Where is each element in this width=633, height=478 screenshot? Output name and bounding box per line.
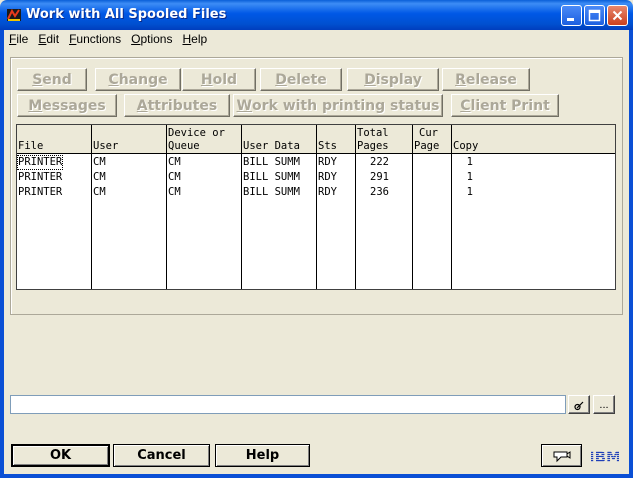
menu-help[interactable]: Help	[177, 31, 212, 48]
cell-total-pages: 291	[370, 171, 389, 183]
command-line-input[interactable]	[10, 395, 566, 414]
col-header-user[interactable]: User	[93, 140, 118, 153]
col-header-file[interactable]: File	[18, 140, 43, 153]
cell-status: RDY	[318, 156, 337, 168]
minimize-icon	[567, 18, 574, 21]
cell-user-data: BILL SUMM	[243, 156, 300, 168]
hold-button[interactable]: Hold	[182, 68, 256, 91]
menu-edit[interactable]: Edit	[33, 31, 64, 48]
cancel-button[interactable]: Cancel	[113, 444, 210, 467]
cell-queue: CM	[168, 156, 181, 168]
cell-user: CM	[93, 171, 106, 183]
prompt-icon	[574, 401, 584, 410]
column-divider	[412, 125, 413, 289]
cell-file[interactable]: PRINTER	[17, 155, 64, 170]
window-frame-bottom	[0, 474, 633, 478]
macro-button[interactable]	[541, 444, 582, 467]
prompt-button[interactable]	[568, 395, 590, 414]
col-header-total-pages-line1: Total	[357, 127, 389, 139]
ibm-logo: IBM	[591, 448, 619, 464]
window-frame-left	[0, 30, 4, 478]
help-button[interactable]: Help	[215, 444, 310, 467]
ibm-logo-text: IBM	[591, 448, 619, 464]
send-button[interactable]: Send	[17, 68, 87, 91]
menu-options[interactable]: Options	[126, 31, 177, 48]
cell-copy: 1	[466, 186, 473, 198]
col-header-user-data[interactable]: User Data	[243, 140, 300, 153]
column-divider	[166, 125, 167, 289]
ok-button[interactable]: OK	[11, 444, 110, 467]
attributes-button[interactable]: Attributes	[124, 94, 230, 117]
cell-total-pages: 236	[370, 186, 389, 198]
cell-copy: 1	[466, 156, 473, 168]
release-button[interactable]: Release	[442, 68, 530, 91]
cell-user: CM	[93, 186, 106, 198]
title-bar[interactable]: Work with All Spooled Files	[0, 0, 633, 30]
menu-functions[interactable]: Functions	[64, 31, 126, 48]
cell-copy: 1	[466, 171, 473, 183]
delete-button[interactable]: Delete	[260, 68, 342, 91]
minimize-button[interactable]	[561, 5, 582, 26]
work-with-printing-status-button[interactable]: Work with printing status	[233, 94, 443, 117]
spooled-files-table[interactable]: File User Device or Queue User Data Sts …	[16, 124, 616, 290]
column-divider	[91, 125, 92, 289]
window-frame-right	[629, 30, 633, 478]
table-row[interactable]: PRINTER CM CM BILL SUMM RDY 291 1	[17, 170, 615, 185]
col-header-copy[interactable]: Copy	[453, 140, 478, 153]
cell-user-data: BILL SUMM	[243, 186, 300, 198]
change-button[interactable]: Change	[95, 68, 181, 91]
cell-total-pages: 222	[370, 156, 389, 168]
cell-queue: CM	[168, 171, 181, 183]
cell-file: PRINTER	[18, 186, 63, 198]
column-divider	[451, 125, 452, 289]
macro-icon	[553, 450, 570, 462]
menu-file[interactable]: File	[4, 31, 33, 48]
display-button[interactable]: Display	[347, 68, 439, 91]
as400-app-icon	[7, 8, 21, 21]
close-button[interactable]	[607, 5, 628, 26]
cell-user-data: BILL SUMM	[243, 171, 300, 183]
browse-button[interactable]: ...	[593, 395, 615, 414]
col-header-sts[interactable]: Sts	[318, 140, 337, 153]
col-header-total-pages[interactable]: Pages	[357, 140, 389, 153]
menu-bar: File Edit Functions Options Help	[4, 30, 629, 49]
close-icon	[612, 10, 623, 21]
cell-queue: CM	[168, 186, 181, 198]
col-header-cur-page[interactable]: Page	[414, 140, 439, 153]
client-print-button[interactable]: Client Print	[451, 94, 559, 117]
cell-status: RDY	[318, 171, 337, 183]
maximize-icon	[588, 9, 601, 22]
col-header-queue[interactable]: Queue	[168, 140, 200, 153]
column-divider	[355, 125, 356, 289]
col-header-cur-page-line1: Cur	[419, 127, 438, 139]
maximize-button[interactable]	[584, 5, 605, 26]
window-title: Work with All Spooled Files	[26, 7, 227, 22]
cell-user: CM	[93, 156, 106, 168]
table-row[interactable]: PRINTER CM CM BILL SUMM RDY 236 1	[17, 185, 615, 200]
messages-button[interactable]: Messages	[17, 94, 117, 117]
cell-status: RDY	[318, 186, 337, 198]
table-row[interactable]: PRINTER CM CM BILL SUMM RDY 222 1	[17, 155, 615, 170]
column-divider	[241, 125, 242, 289]
cell-file: PRINTER	[18, 171, 63, 183]
column-divider	[316, 125, 317, 289]
col-header-queue-line1: Device or	[168, 127, 225, 139]
